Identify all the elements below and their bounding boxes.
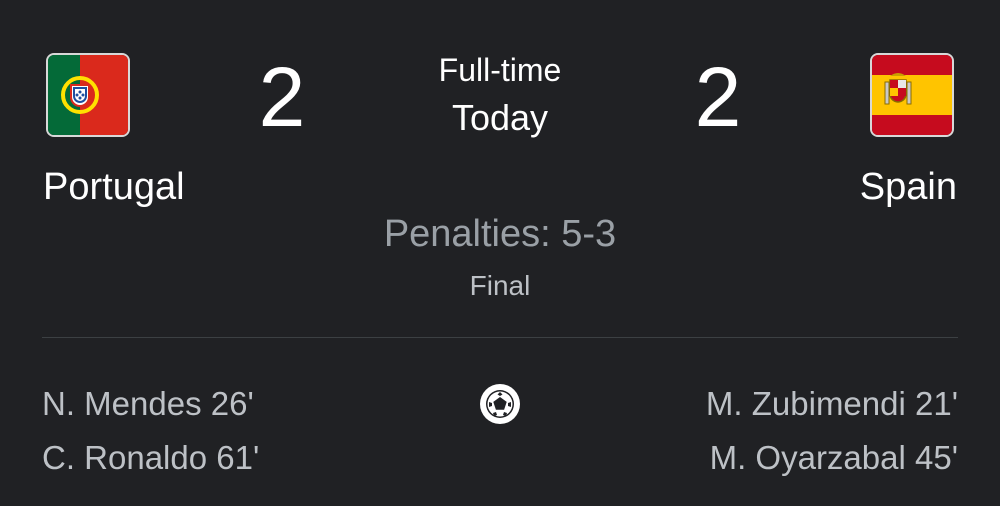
divider xyxy=(42,337,958,338)
match-date: Today xyxy=(451,97,549,138)
home-team-name[interactable]: Portugal xyxy=(43,165,185,209)
away-team-name[interactable]: Spain xyxy=(860,165,957,209)
soccer-ball-icon xyxy=(478,382,522,426)
away-score: 2 xyxy=(694,50,742,144)
match-stage: Final xyxy=(469,270,531,301)
spain-flag-icon[interactable] xyxy=(872,55,952,135)
match-status: Full-time xyxy=(438,52,562,88)
home-scorer-item: C. Ronaldo 61' xyxy=(42,439,260,476)
home-scorer-item: N. Mendes 26' xyxy=(42,385,254,422)
away-scorer-item: M. Oyarzabal 45' xyxy=(709,439,958,476)
home-score: 2 xyxy=(258,50,306,144)
away-scorer-item: M. Zubimendi 21' xyxy=(705,385,958,422)
penalties-result: Penalties: 5-3 xyxy=(383,213,617,255)
portugal-flag-icon[interactable] xyxy=(48,55,128,135)
